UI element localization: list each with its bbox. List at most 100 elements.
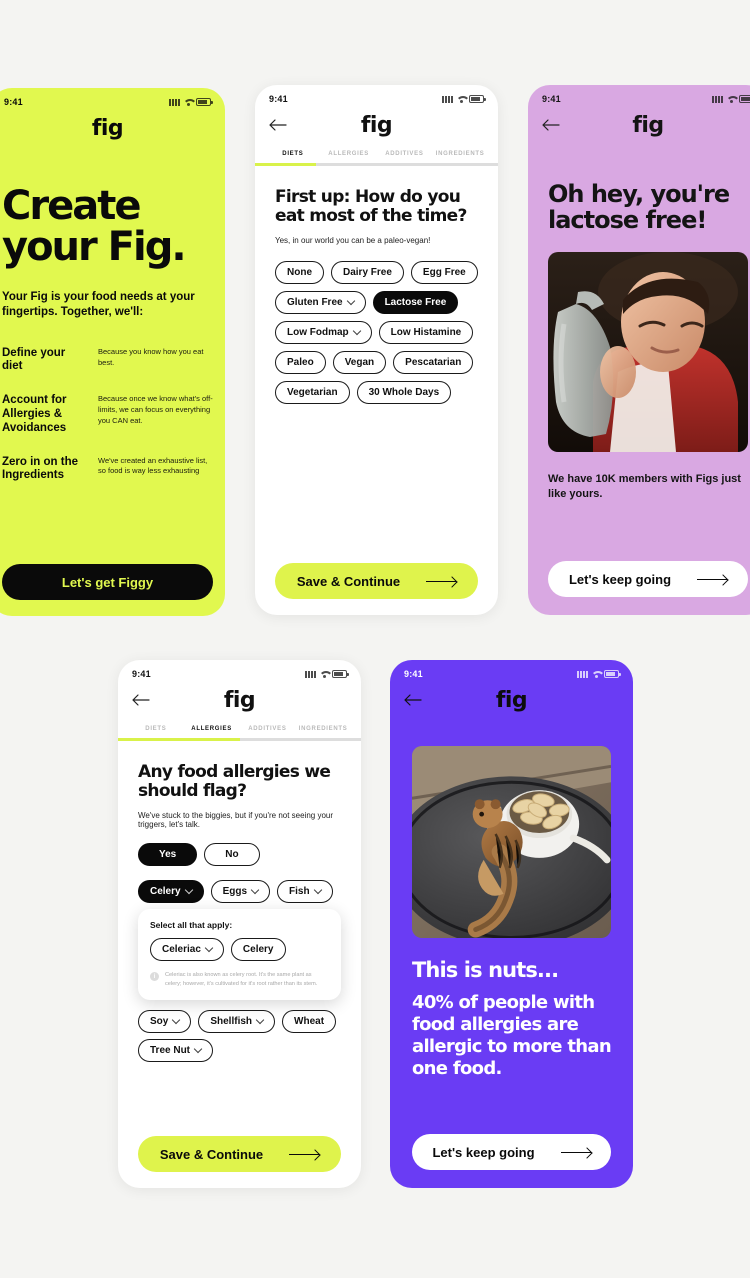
tab-diets[interactable]: DIETS: [128, 726, 184, 738]
chip-label: Low Fodmap: [287, 327, 349, 339]
chevron-down-icon[interactable]: [352, 326, 361, 335]
screenshot-stage: 9:41 fig Create your Fig. Your Fig is yo…: [0, 0, 750, 1278]
page-title: This is nuts...: [412, 958, 559, 982]
feature-title: Account for Allergies & Avoidances: [2, 394, 67, 434]
wifi-icon: [183, 98, 193, 106]
chevron-down-icon[interactable]: [313, 885, 322, 894]
stat-text: 40% of people with food allergies are al…: [412, 992, 612, 1079]
tab-ingredients[interactable]: INGREDIENTS: [295, 726, 351, 738]
nav-bar: fig: [118, 682, 361, 718]
feature-title: Define your diet: [2, 346, 66, 373]
battery-icon: [332, 670, 349, 678]
status-icons: [577, 670, 621, 678]
status-bar: 9:41: [118, 660, 361, 682]
allergy-chip[interactable]: Tree Nut: [138, 1039, 214, 1063]
allergy-chip-group-2: Soy Shellfish Wheat: [138, 1010, 341, 1034]
info-icon: i: [150, 972, 159, 982]
back-arrow-icon[interactable]: [404, 693, 422, 707]
nav-bar: fig: [528, 107, 750, 143]
chevron-down-icon[interactable]: [184, 885, 193, 894]
diet-chip-group: None Dairy Free Egg Free Gluten Free Lactose…: [275, 261, 478, 405]
chip-label: Tree Nut: [150, 1045, 191, 1057]
allergy-chip[interactable]: Celery: [138, 880, 204, 904]
diet-chip[interactable]: Lactose Free: [372, 291, 459, 315]
chip-label: Low Histamine: [390, 327, 462, 339]
back-arrow-icon[interactable]: [132, 693, 150, 707]
diet-chip[interactable]: None: [275, 261, 324, 285]
chevron-down-icon[interactable]: [255, 1015, 265, 1025]
status-bar: 9:41: [255, 85, 498, 107]
chip-label: Vegetarian: [287, 387, 338, 399]
diet-chip[interactable]: Egg Free: [410, 261, 478, 285]
chevron-down-icon[interactable]: [250, 885, 260, 894]
milk-photo: [548, 251, 748, 452]
chip-label: Lactose Free: [384, 297, 447, 309]
lets-get-figgy-button[interactable]: Let's get Figgy: [2, 564, 213, 600]
status-bar: 9:41: [528, 85, 750, 107]
chip-label: None: [287, 267, 312, 279]
chevron-down-icon[interactable]: [346, 296, 355, 305]
keep-going-label: Let's keep going: [432, 1144, 535, 1160]
feature-desc: Because you know how you eat best.: [98, 346, 204, 367]
arrow-right-icon: [426, 577, 457, 585]
back-arrow-icon[interactable]: [542, 118, 560, 132]
diet-chip[interactable]: 30 Whole Days: [356, 381, 452, 405]
chevron-down-icon[interactable]: [204, 943, 214, 952]
intro-phone-card: 9:41 fig Create your Fig. Your Fig is yo…: [0, 88, 225, 616]
chip-label: Egg Free: [422, 267, 466, 279]
status-time: 9:41: [542, 94, 561, 104]
popover-note: i Celeriac is also known as celery root.…: [150, 971, 329, 988]
allergy-chip[interactable]: Soy: [138, 1010, 192, 1034]
tab-ingredients[interactable]: INGREDIENTS: [432, 151, 488, 163]
diet-chip[interactable]: Pescatarian: [393, 351, 474, 375]
allergy-chip[interactable]: Eggs: [210, 880, 271, 904]
chip-label: Celery: [150, 886, 181, 898]
arrow-right-icon: [697, 575, 728, 583]
chevron-down-icon[interactable]: [193, 1044, 203, 1054]
celery-option-chip[interactable]: Celery: [230, 938, 286, 962]
chip-label: Celeriac: [162, 944, 201, 956]
diet-chip[interactable]: Paleo: [275, 351, 326, 375]
tab-additives[interactable]: ADDITIVES: [240, 726, 296, 738]
celery-option-chip[interactable]: Celeriac: [150, 938, 224, 962]
allergy-chip-group-1: Celery Eggs Fish: [138, 880, 341, 904]
lactose-phone-card: 9:41 fig Oh hey, you're lactose free! We…: [528, 85, 750, 615]
back-arrow-icon[interactable]: [269, 118, 287, 132]
diet-chip[interactable]: Low Histamine: [378, 321, 474, 345]
members-caption: We have 10K members with Figs just like …: [548, 472, 741, 500]
diet-chip[interactable]: Gluten Free: [275, 291, 366, 315]
diet-chip[interactable]: Vegan: [332, 351, 387, 375]
chevron-down-icon[interactable]: [172, 1015, 181, 1025]
nuts-phone-card: 9:41 fig This is nuts... 40% of people w…: [390, 660, 633, 1188]
diet-chip[interactable]: Vegetarian: [275, 381, 350, 405]
tab-additives[interactable]: ADDITIVES: [377, 151, 433, 163]
allergy-chip-group-3: Tree Nut: [138, 1039, 341, 1063]
allergy-chip[interactable]: Wheat: [282, 1010, 337, 1034]
save-continue-label: Save & Continue: [296, 573, 401, 589]
tab-diets[interactable]: DIETS: [265, 151, 321, 163]
diet-chip[interactable]: Dairy Free: [331, 261, 404, 285]
page-title: Create your Fig.: [2, 183, 187, 270]
tab-allergies[interactable]: ALLERGIES: [184, 726, 240, 738]
allergy-chip[interactable]: Shellfish: [198, 1010, 276, 1034]
answer-no-chip[interactable]: No: [204, 843, 260, 867]
yes-no-group: Yes No: [138, 843, 341, 867]
feature-title: Zero in on the Ingredients: [2, 455, 79, 482]
question-subtext: Yes, in our world you can be a paleo-veg…: [275, 236, 431, 246]
chipmunk-photo: [412, 746, 611, 938]
tab-allergies[interactable]: ALLERGIES: [321, 151, 377, 163]
keep-going-button[interactable]: Let's keep going: [548, 561, 748, 597]
allergy-chip[interactable]: Fish: [277, 880, 333, 904]
save-continue-button[interactable]: Save & Continue: [275, 563, 478, 599]
status-icons: [305, 670, 349, 678]
chip-label: 30 Whole Days: [368, 387, 440, 399]
tab-bar: DIETS ALLERGIES ADDITIVES INGREDIENTS: [255, 143, 498, 163]
save-continue-button[interactable]: Save & Continue: [138, 1136, 341, 1172]
diet-chip[interactable]: Low Fodmap: [275, 321, 372, 345]
answer-yes-chip[interactable]: Yes: [138, 843, 198, 867]
chip-label: Pescatarian: [405, 357, 462, 369]
wifi-icon: [456, 95, 466, 103]
battery-icon: [739, 95, 750, 103]
keep-going-button[interactable]: Let's keep going: [412, 1134, 611, 1170]
wifi-icon: [319, 670, 329, 678]
